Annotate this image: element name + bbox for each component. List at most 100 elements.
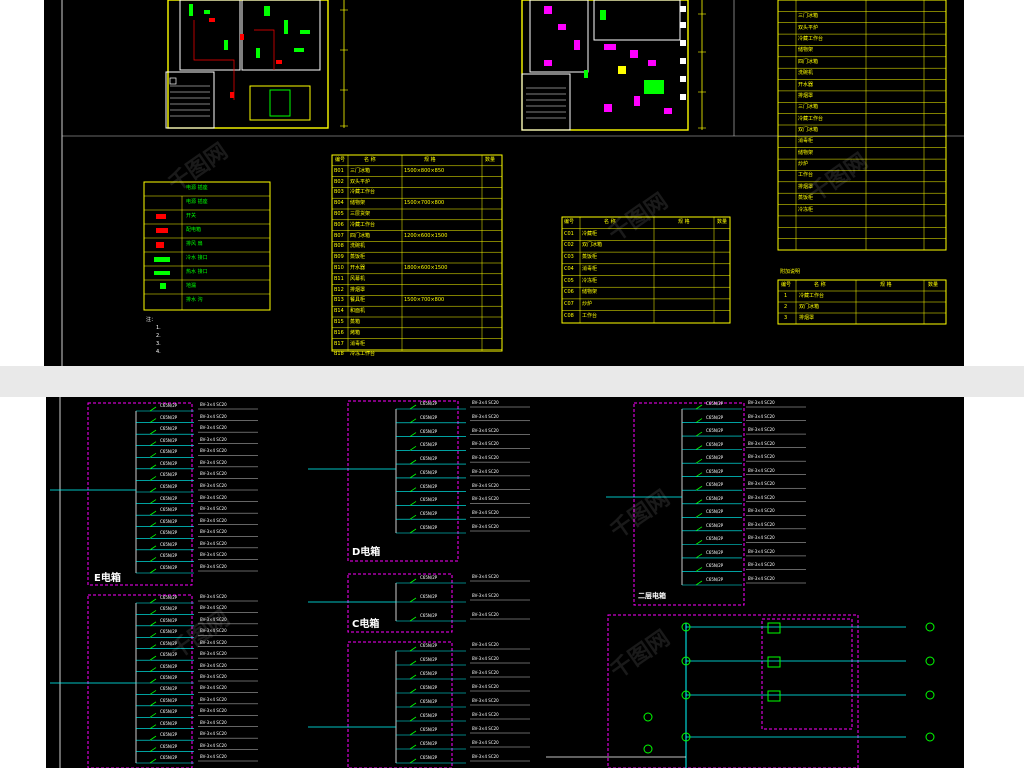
cable-label: BV-3×4 SC20 xyxy=(200,639,227,645)
table-cell: 炒炉 xyxy=(798,161,809,168)
table-cell: 注： xyxy=(146,317,157,323)
table-cell: 1500×700×800 xyxy=(404,200,445,207)
breaker-label: C65N/2P xyxy=(706,401,724,406)
breaker-symbol xyxy=(149,429,157,435)
cable-label: BV-3×4 SC20 xyxy=(748,413,775,419)
table-cell: 规 格 xyxy=(678,219,690,225)
table-cell: 地漏 xyxy=(186,283,197,289)
table-cell: 名 称 xyxy=(364,157,376,163)
table-cell: 排烟罩 xyxy=(798,183,814,190)
cable-label: BV-3×4 SC20 xyxy=(200,696,227,702)
table-cell: 1. xyxy=(156,325,161,331)
breaker-symbol xyxy=(149,621,157,627)
breaker-label: C65N/2P xyxy=(706,495,724,501)
breaker-label: C65N/2P xyxy=(160,553,178,559)
floor-plan-sheet: 编号名 称规 格数量 B01 三门冰箱 B02 双头平炉 B03 冷藏工作台 B04 储物架 B0… xyxy=(44,0,964,368)
breaker-label: C65N/2P xyxy=(160,629,178,635)
table-cell: B03 xyxy=(334,189,344,196)
breaker-symbol xyxy=(149,712,157,718)
cable-label: BV-3×4 SC20 xyxy=(748,548,775,554)
contactor-symbol xyxy=(767,622,781,634)
breaker-label: C65N/2P xyxy=(706,509,724,515)
table-cell: 和面机 xyxy=(350,308,366,315)
table-cell: 冷冻工作台 xyxy=(350,351,376,358)
breaker-label: C65N/2P xyxy=(420,755,438,760)
cable-label: BV-3×4 SC20 xyxy=(748,521,775,527)
breaker-symbol xyxy=(149,724,157,730)
breaker-label: C65N/2P xyxy=(160,426,178,432)
table-cell: 三门冰箱 xyxy=(350,167,371,174)
cable-label: BV-3×4 SC20 xyxy=(472,455,499,461)
cable-label: BV-3×4 SC20 xyxy=(200,425,227,431)
breaker-label: C65N/2P xyxy=(160,530,178,536)
table-cell: B09 xyxy=(334,254,344,261)
breaker-symbol xyxy=(149,522,157,528)
table-cell: 消毒柜 xyxy=(798,138,814,145)
breaker-symbol xyxy=(409,418,417,424)
cable-label: BV-3×4 SC20 xyxy=(200,605,227,611)
table-cell: C04 xyxy=(564,265,574,272)
cable-label: BV-3×4 SC20 xyxy=(748,440,775,446)
table-cell: 排风 扇 xyxy=(186,241,203,247)
cable-label: BV-3×4 SC20 xyxy=(200,506,227,512)
table-cell: 冷藏工作台 xyxy=(799,293,825,299)
breaker-label: C65N/2P xyxy=(706,549,724,555)
table-cell: 1500×800×850 xyxy=(404,167,445,174)
table-cell: 数量 xyxy=(717,219,728,225)
breaker-label: C65N/2P xyxy=(706,468,724,474)
table-cell: C02 xyxy=(564,242,574,249)
panel-label: 二层电箱 xyxy=(638,592,666,600)
table-cell: B05 xyxy=(334,211,344,217)
breaker-label: C65N/2P xyxy=(420,511,438,517)
breaker-symbol xyxy=(695,540,703,545)
breaker-label: C65N/2P xyxy=(160,541,178,547)
cable-label: BV-3×4 SC20 xyxy=(748,400,775,405)
cable-label: BV-3×4 SC20 xyxy=(200,685,227,691)
cable-label: BV-3×4 SC20 xyxy=(472,656,499,661)
breaker-label: C65N/2P xyxy=(160,518,178,524)
breaker-label: C65N/2P xyxy=(160,595,178,600)
breaker-label: C65N/2P xyxy=(420,643,438,648)
cable-label: BV-3×4 SC20 xyxy=(200,413,227,419)
cable-label: BV-3×4 SC20 xyxy=(472,593,499,598)
table-cell: 1500×700×800 xyxy=(404,297,445,304)
breaker-label: C65N/2P xyxy=(160,484,178,489)
table-cell: 排水 沟 xyxy=(186,297,203,303)
breaker-label: C65N/2P xyxy=(420,575,438,580)
breaker-symbol xyxy=(149,441,157,447)
breaker-label: C65N/2P xyxy=(420,401,438,406)
cable-label: BV-3×4 SC20 xyxy=(472,482,499,488)
cable-label: BV-3×4 SC20 xyxy=(200,754,227,759)
table-cell: 名 称 xyxy=(814,282,826,288)
table-cell: 工作台 xyxy=(798,172,814,179)
table-cell: 电源 插座 xyxy=(186,185,208,191)
breaker-symbol xyxy=(409,514,417,520)
breaker-label: C65N/2P xyxy=(420,671,438,676)
breaker-label: C65N/2P xyxy=(706,536,724,542)
breaker-symbol xyxy=(695,567,703,572)
breaker-symbol xyxy=(149,598,157,604)
table-cell: 数量 xyxy=(485,157,496,163)
cable-label: BV-3×4 SC20 xyxy=(200,708,227,714)
breaker-label: C65N/2P xyxy=(160,449,178,455)
cable-label: BV-3×4 SC20 xyxy=(200,529,227,535)
breaker-label: C65N/2P xyxy=(420,428,438,434)
panel-label: D电箱 xyxy=(352,547,381,558)
breaker-label: C65N/2P xyxy=(706,428,724,434)
breaker-symbol xyxy=(695,418,703,423)
table-d-title: 附加说明 xyxy=(780,269,801,275)
breaker-symbol xyxy=(149,735,157,741)
breaker-label: C65N/2P xyxy=(160,686,178,692)
breaker-symbol xyxy=(409,501,417,506)
table-cell: 开关 xyxy=(186,213,197,219)
breaker-symbol xyxy=(695,526,703,532)
table-cell: 双头平炉 xyxy=(798,24,819,31)
breaker-symbol xyxy=(695,458,703,464)
floor-plan-drawing xyxy=(61,0,964,366)
breaker-symbol xyxy=(149,644,157,650)
table-cell: 储物架 xyxy=(798,149,814,156)
cable-label: BV-3×4 SC20 xyxy=(200,651,227,657)
cable-label: BV-3×4 SC20 xyxy=(748,576,775,581)
table-cell: 烤箱 xyxy=(350,329,361,336)
breaker-symbol xyxy=(409,660,417,666)
